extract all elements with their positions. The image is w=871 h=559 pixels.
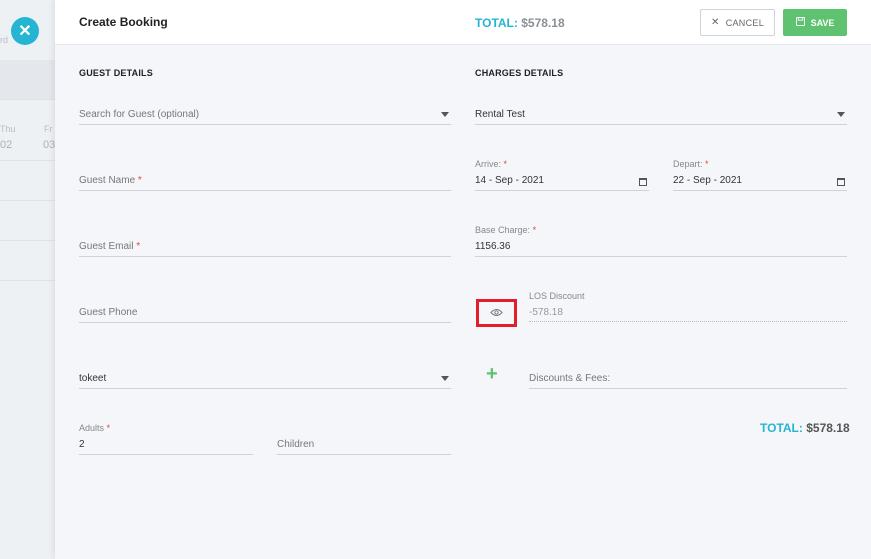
base-charge-field[interactable]: 1156.36 xyxy=(475,236,847,257)
chevron-down-icon xyxy=(837,112,845,117)
guest-search-placeholder: Search for Guest (optional) xyxy=(79,109,200,120)
background-calendar: rd Thu Fr 02 03 xyxy=(0,0,60,559)
depart-date-value: 22 - Sep - 2021 xyxy=(673,175,742,186)
guest-email-label: Guest Email * xyxy=(79,241,141,252)
page-title: Create Booking xyxy=(79,15,168,29)
close-button[interactable]: ✕ xyxy=(11,17,39,45)
discounts-fees-field: Discounts & Fees: xyxy=(529,366,847,389)
cancel-button-label: CANCEL xyxy=(725,17,764,28)
create-booking-panel: Create Booking TOTAL: $578.18 ✕ CANCEL S… xyxy=(55,0,871,559)
background-day-label: Thu xyxy=(0,124,16,134)
booking-source-value: tokeet xyxy=(79,373,107,384)
rental-value: Rental Test xyxy=(475,109,525,120)
grid-line xyxy=(0,280,60,281)
adults-field[interactable]: 2 xyxy=(79,435,253,455)
guest-phone-label: Guest Phone xyxy=(79,307,138,318)
guest-name-field[interactable]: Guest Name * xyxy=(79,168,451,191)
grid-line xyxy=(0,240,60,241)
header-total-value: $578.18 xyxy=(521,16,565,30)
guest-email-field[interactable]: Guest Email * xyxy=(79,234,451,257)
add-discount-button[interactable]: + xyxy=(486,363,498,386)
guest-details-heading: GUEST DETAILS xyxy=(79,68,153,78)
guest-search-select[interactable]: Search for Guest (optional) xyxy=(79,104,451,125)
guest-name-label: Guest Name * xyxy=(79,175,142,186)
chevron-down-icon xyxy=(441,376,449,381)
arrive-label: Arrive: * xyxy=(475,159,508,169)
children-field[interactable]: Children xyxy=(277,432,451,455)
background-partial-text: rd xyxy=(0,35,9,45)
adults-label: Adults * xyxy=(79,423,111,433)
header-total: TOTAL: $578.18 xyxy=(475,16,565,30)
charges-total: TOTAL: $578.18 xyxy=(760,421,850,435)
plus-icon: + xyxy=(486,363,498,385)
arrive-date-value: 14 - Sep - 2021 xyxy=(475,175,544,186)
save-button[interactable]: SAVE xyxy=(783,9,847,36)
toggle-los-discount-button[interactable] xyxy=(476,299,517,327)
base-charge-value: 1156.36 xyxy=(475,241,511,252)
adults-value: 2 xyxy=(79,439,85,450)
children-label: Children xyxy=(277,439,315,450)
depart-label: Depart: * xyxy=(673,159,709,169)
save-icon xyxy=(795,17,805,28)
charges-details-heading: CHARGES DETAILS xyxy=(475,68,564,78)
background-day-number: 03 xyxy=(43,139,56,151)
los-discount-label: LOS Discount xyxy=(529,291,585,301)
los-discount-value: -578.18 xyxy=(529,307,563,318)
save-button-label: SAVE xyxy=(810,17,835,28)
panel-header: Create Booking TOTAL: $578.18 ✕ CANCEL S… xyxy=(55,0,871,45)
header-total-label: TOTAL: xyxy=(475,16,518,30)
charges-total-value: $578.18 xyxy=(806,421,850,435)
grid-line xyxy=(0,200,60,201)
background-header-band xyxy=(0,60,60,100)
grid-line xyxy=(0,160,60,161)
rental-select[interactable]: Rental Test xyxy=(475,104,847,125)
arrive-date-field[interactable]: 14 - Sep - 2021 xyxy=(475,170,649,191)
background-day-label: Fr xyxy=(44,124,53,134)
chevron-down-icon xyxy=(441,112,449,117)
eye-icon xyxy=(490,304,503,322)
x-icon: ✕ xyxy=(711,17,720,28)
cancel-button[interactable]: ✕ CANCEL xyxy=(700,9,775,36)
calendar-icon[interactable] xyxy=(639,178,647,186)
los-discount-field: -578.18 xyxy=(529,304,847,322)
calendar-icon[interactable] xyxy=(837,178,845,186)
guest-phone-field[interactable]: Guest Phone xyxy=(79,300,451,323)
background-day-number: 02 xyxy=(0,139,13,151)
base-charge-label: Base Charge: * xyxy=(475,225,537,235)
booking-source-select[interactable]: tokeet xyxy=(79,368,451,389)
discounts-fees-label: Discounts & Fees: xyxy=(529,373,611,384)
close-icon: ✕ xyxy=(18,23,32,40)
depart-date-field[interactable]: 22 - Sep - 2021 xyxy=(673,170,847,191)
charges-total-label: TOTAL: xyxy=(760,421,803,435)
